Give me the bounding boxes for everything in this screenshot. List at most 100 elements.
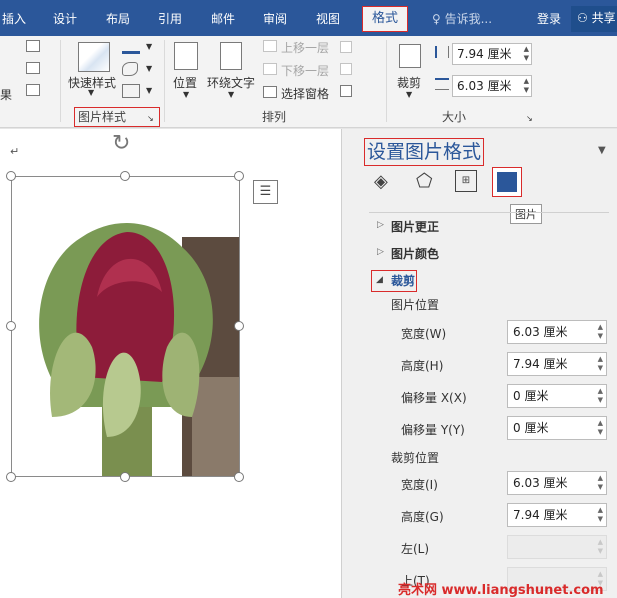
picture-border-icon[interactable] (122, 40, 140, 54)
person-icon: ⚇ (577, 11, 592, 25)
picture-effects-icon[interactable] (122, 62, 138, 76)
offset-y-label: 偏移量 Y(Y) (401, 423, 465, 437)
dialog-launcher-icon[interactable]: ↘ (147, 114, 154, 123)
spinner-arrows-icon[interactable]: ▲ ▼ (598, 506, 603, 524)
divider (369, 212, 609, 213)
tell-me-box[interactable]: ♀ 告诉我... (432, 10, 492, 27)
compress-icon[interactable] (26, 40, 40, 52)
bring-forward-button[interactable]: 上移一层 (281, 39, 329, 56)
rose-bud-image (12, 177, 239, 476)
group-icon[interactable] (340, 63, 352, 75)
share-button[interactable]: ⚇ 共享 (571, 6, 617, 32)
tab-view[interactable]: 视图 (316, 10, 340, 27)
crop-width-input[interactable]: 6.03 厘米 ▲ ▼ (507, 471, 607, 495)
group-separator (60, 40, 61, 122)
selection-pane-icon[interactable] (263, 86, 277, 98)
align-icon[interactable] (340, 41, 352, 53)
spinner-arrows-icon[interactable]: ▲ ▼ (598, 419, 603, 437)
layout-size-icon[interactable]: ⊞ (455, 170, 477, 192)
offset-x-input[interactable]: 0 厘米 ▲ ▼ (507, 384, 607, 408)
resize-handle[interactable] (234, 321, 244, 331)
shape-width-input[interactable]: 6.03 厘米 ▲ ▼ (452, 75, 532, 97)
ribbon: 果 快速样式 ▼ ▼ ▼ ▼ 图片样式 ↘ 位置 ▼ 环绕文字 ▼ 上移一层 下… (0, 36, 617, 128)
reset-picture-icon[interactable] (26, 84, 40, 96)
position-icon[interactable] (174, 42, 198, 70)
resize-handle[interactable] (234, 171, 244, 181)
resize-handle[interactable] (6, 472, 16, 482)
picture-width-input[interactable]: 6.03 厘米 ▲ ▼ (507, 320, 607, 344)
layout-options-icon[interactable]: ☰ (253, 180, 278, 204)
crop-height-input[interactable]: 7.94 厘米 ▲ ▼ (507, 503, 607, 527)
spinner-arrows-icon: ▲ ▼ (597, 538, 603, 555)
watermark: 亮术网 www.liangshunet.com (398, 583, 604, 598)
crop-left-label: 左(L) (401, 542, 430, 556)
quick-styles-icon[interactable] (78, 42, 110, 72)
chevron-right-icon[interactable]: ▷ (377, 247, 384, 257)
offset-x-label: 偏移量 X(X) (401, 391, 467, 405)
crop-left-input[interactable]: ▲ ▼ (507, 535, 607, 559)
spinner-arrows-icon[interactable]: ▲ ▼ (598, 474, 603, 492)
selected-picture[interactable] (11, 176, 240, 477)
tab-format[interactable]: 格式 (362, 6, 408, 32)
chevron-down-icon[interactable]: ◢ (376, 275, 383, 285)
width-label: 宽度(W) (401, 327, 447, 341)
send-backward-icon[interactable] (263, 63, 277, 75)
change-picture-icon[interactable] (26, 62, 40, 74)
size-group-label: 大小 (442, 110, 467, 124)
crop-icon[interactable] (399, 44, 421, 68)
shape-height-input[interactable]: 7.94 厘米 ▲ ▼ (452, 43, 532, 65)
rotate-icon[interactable] (340, 85, 352, 97)
bring-forward-icon[interactable] (263, 40, 277, 52)
crop-position-heading: 裁剪位置 (391, 451, 440, 465)
spinner-arrows-icon[interactable]: ▲ ▼ (524, 77, 529, 95)
tab-insert[interactable]: 插入 (2, 10, 26, 27)
shape-width-icon (435, 78, 449, 90)
crop-height-label: 高度(G) (401, 510, 444, 524)
spinner-arrows-icon[interactable]: ▲ ▼ (598, 355, 603, 373)
selection-pane-button[interactable]: 选择窗格 (281, 85, 329, 102)
resize-handle[interactable] (120, 472, 130, 482)
tab-review[interactable]: 审阅 (263, 10, 287, 27)
picture-tab[interactable] (492, 167, 522, 197)
chevron-down-icon: ▼ (88, 88, 95, 97)
section-crop[interactable]: 裁剪 (391, 272, 415, 289)
dialog-launcher-icon[interactable]: ↘ (526, 114, 533, 123)
send-backward-button[interactable]: 下移一层 (281, 62, 329, 79)
picture-styles-group-label: 图片样式 (78, 110, 127, 124)
crop-button[interactable]: 裁剪 (397, 74, 421, 91)
tooltip: 图片 (510, 204, 542, 224)
picture-height-input[interactable]: 7.94 厘米 ▲ ▼ (507, 352, 607, 376)
spinner-arrows-icon[interactable]: ▲ ▼ (598, 387, 603, 405)
ribbon-tab-bar: 插入 设计 布局 引用 邮件 审阅 视图 格式 ♀ 告诉我... 登录 ⚇ 共享 (0, 0, 617, 36)
shape-height-icon (435, 46, 449, 58)
section-picture-corrections[interactable]: 图片更正 (391, 218, 439, 235)
rotate-handle-icon[interactable]: ↻ (112, 131, 130, 156)
resize-handle[interactable] (234, 472, 244, 482)
login-button[interactable]: 登录 (537, 10, 561, 27)
chevron-right-icon[interactable]: ▷ (377, 220, 384, 230)
position-button[interactable]: 位置 (173, 74, 197, 91)
spinner-arrows-icon[interactable]: ▲ ▼ (524, 45, 529, 63)
wrap-text-button[interactable]: 环绕文字 (207, 74, 255, 91)
resize-handle[interactable] (6, 171, 16, 181)
arrange-group-label: 排列 (262, 110, 287, 124)
chevron-down-icon: ▼ (146, 86, 153, 95)
chevron-down-icon: ▼ (228, 90, 235, 99)
artistic-effects-label[interactable]: 果 (0, 86, 12, 103)
pane-options-icon[interactable]: ▼ (598, 145, 606, 156)
resize-handle[interactable] (120, 171, 130, 181)
tab-design[interactable]: 设计 (53, 10, 77, 27)
picture-layout-icon[interactable] (122, 84, 140, 98)
resize-handle[interactable] (6, 321, 16, 331)
tab-layout[interactable]: 布局 (106, 10, 130, 27)
chevron-down-icon: ▼ (146, 64, 153, 73)
fill-icon[interactable]: ◈ (374, 171, 388, 192)
wrap-text-icon[interactable] (220, 42, 242, 70)
effects-icon[interactable]: ⬠ (416, 170, 433, 192)
document-area: ↵ ↻ ☰ (0, 129, 341, 598)
section-picture-color[interactable]: 图片颜色 (391, 245, 439, 262)
tab-references[interactable]: 引用 (158, 10, 182, 27)
spinner-arrows-icon[interactable]: ▲ ▼ (598, 323, 603, 341)
offset-y-input[interactable]: 0 厘米 ▲ ▼ (507, 416, 607, 440)
tab-mailings[interactable]: 邮件 (211, 10, 235, 27)
